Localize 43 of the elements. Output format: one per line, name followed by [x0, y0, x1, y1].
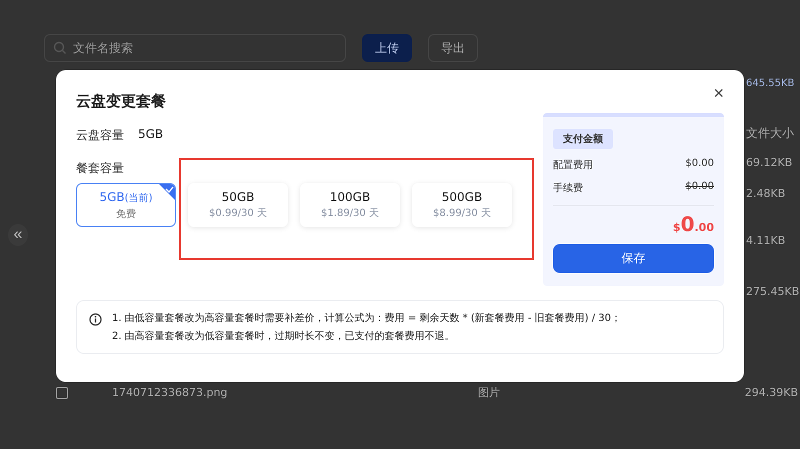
table-cell: 275.45KB — [746, 285, 800, 298]
save-button[interactable]: 保存 — [553, 244, 714, 273]
fee-value: $0.00 — [685, 181, 714, 194]
plan-name: 5GB(当前) — [100, 190, 152, 204]
plan-option[interactable]: 100GB $1.89/30 天 — [300, 183, 400, 227]
plan-name: 50GB — [222, 190, 254, 204]
field-value: 5GB — [138, 127, 164, 143]
collapse-button[interactable]: « — [8, 224, 28, 246]
plan-price: $0.99/30 天 — [209, 207, 267, 220]
total-amount: $0.00 — [672, 212, 714, 236]
toolbar-button[interactable]: 上传 — [362, 34, 412, 62]
fee-label: 配置费用 — [553, 158, 593, 172]
field-label: 餐套容量 — [76, 160, 124, 177]
table-cell: 294.39KB — [744, 386, 798, 399]
notice-text: 1. 由低容量套餐改为高容量套餐时需要补差价，计算公式为：费用 = 剩余天数 * (新套餐费用 - 旧套餐费用) / 30； — [112, 312, 622, 325]
toolbar-button[interactable]: 导出 — [428, 34, 478, 62]
plan-option[interactable]: 50GB $0.99/30 天 — [188, 183, 288, 227]
payment-badge: 支付金额 — [553, 129, 613, 149]
search-icon — [53, 41, 67, 55]
field-label: 云盘容量 — [76, 127, 124, 144]
column-header: 文件大小 — [746, 125, 795, 142]
storage-summary: 645.55KB — [746, 78, 796, 89]
table-cell-text: 4.11KB — [746, 234, 786, 247]
row-checkbox[interactable] — [56, 386, 68, 398]
info-icon — [89, 313, 102, 326]
plan-name: 100GB — [330, 190, 370, 204]
close-button[interactable]: × — [713, 84, 724, 102]
plan-price: $8.99/30 天 — [433, 207, 491, 220]
plan-option[interactable]: 500GB $8.99/30 天 — [412, 183, 512, 227]
plan-price: $1.89/30 天 — [321, 207, 379, 220]
table-cell-text: 69.12KB — [746, 156, 794, 169]
table-cell-text: 2.48KB — [746, 187, 786, 200]
notice-text: 2. 由高容量套餐改为低容量套餐时，过期时长不变，已支付的套餐费用不退。 — [112, 330, 456, 343]
search-field[interactable]: 文件名搜索 — [44, 34, 346, 62]
plan-option[interactable]: 5GB(当前) 免费 — [76, 183, 176, 227]
dialog-title: 云盘变更套餐 — [76, 92, 166, 111]
plan-price: 免费 — [116, 208, 136, 220]
table-cell-text: 1740712336873.png — [112, 386, 228, 399]
check-icon — [159, 184, 175, 200]
plan-name: 500GB — [442, 190, 482, 204]
table-cell-text: 图片 — [478, 385, 501, 400]
fee-label: 手续费 — [553, 182, 583, 195]
fee-value: $0.00 — [685, 158, 714, 171]
